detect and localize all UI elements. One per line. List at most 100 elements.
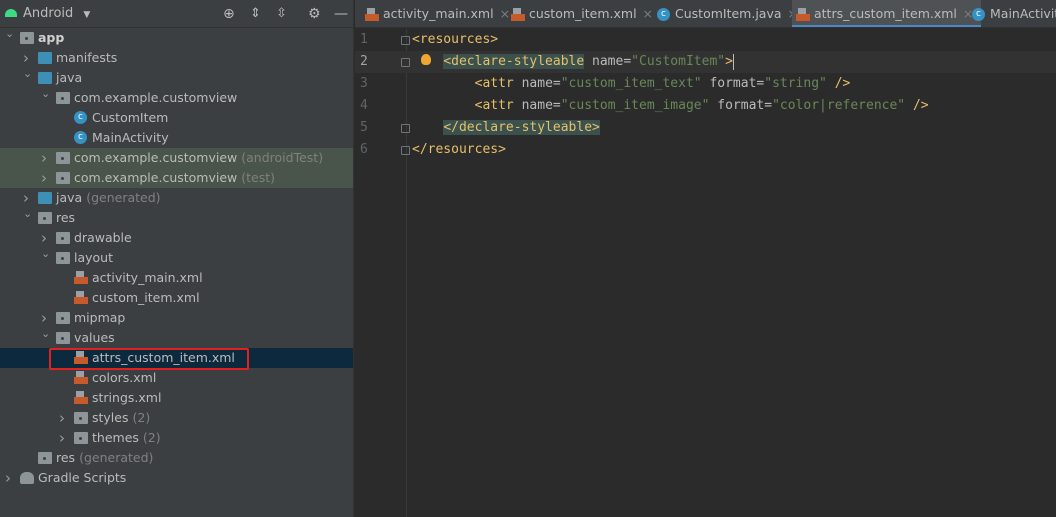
code-token: "color|reference" [772,98,906,113]
chevron-right-icon[interactable]: › [41,148,51,168]
tree-item-label: colors.xml [92,368,156,388]
tree-item[interactable]: custom_item.xml [0,288,353,308]
package-folder-icon [56,252,70,264]
tree-item[interactable]: ⌄ java [0,67,353,88]
tree-item-name: styles [92,410,129,425]
tree-item[interactable]: › themes (2) [0,428,353,448]
tree-item-label: custom_item.xml [92,288,200,308]
folder-icon [38,52,52,64]
tree-item[interactable]: › com.example.customview (androidTest) [0,148,353,168]
tree-item-name: res [56,210,76,225]
tree-item[interactable]: activity_main.xml [0,268,353,288]
code-editor[interactable]: 1 <resources> 2 <declare-styleable name="C… [355,29,1056,517]
tree-item-label: values [74,328,115,348]
tree-item[interactable]: c MainActivity [0,128,353,148]
tree-item[interactable]: ⌄ res [0,207,353,228]
tree-item-name: activity_main.xml [92,270,203,285]
tree-item-name: layout [74,250,114,265]
chevron-right-icon[interactable]: › [59,408,69,428]
code-line[interactable]: 5 </declare-styleable> [355,117,1056,139]
tree-item-label: drawable [74,228,132,248]
tree-item[interactable]: › mipmap [0,308,353,328]
tree-item[interactable]: › drawable [0,228,353,248]
tree-item-label: mipmap [74,308,125,328]
chevron-down-icon[interactable]: ⌄ [41,84,51,104]
tab-label: activity_main.xml [383,6,494,21]
locate-icon[interactable]: ⊕ [223,6,235,22]
tree-item-name: manifests [56,50,118,65]
tree-item[interactable]: colors.xml [0,368,353,388]
expand-all-icon[interactable]: ⇕ [250,6,261,21]
tree-item-label: manifests [56,48,117,68]
chevron-down-icon[interactable]: ⌄ [41,244,51,264]
code-line[interactable]: 1 <resources> [355,29,1056,51]
view-selector[interactable]: Android ▼ [23,6,90,23]
tab-attrs-custom-item-xml[interactable]: attrs_custom_item.xml × [792,0,982,27]
tree-item-label: app [38,28,64,48]
folder-icon [38,72,52,84]
tree-item[interactable]: › manifests [0,48,353,68]
code-line[interactable]: 3 <attr name="custom_item_text" format="… [355,73,1056,95]
tree-item-name: themes [92,430,139,445]
highlight-box [49,348,249,370]
minimize-icon[interactable]: — [334,6,348,22]
code-token: /> [826,76,851,91]
tree-item-secondary: (generated) [79,450,154,465]
chevron-down-icon[interactable]: ⌄ [5,24,15,44]
tab-activity-main-xml[interactable]: activity_main.xml × [361,0,518,27]
tree-item[interactable]: › styles (2) [0,408,353,428]
class-icon: c [972,8,985,21]
fold-close-icon[interactable] [401,146,410,155]
module-folder-icon [20,32,34,44]
code-line[interactable]: 4 <attr name="custom_item_image" format=… [355,95,1056,117]
package-folder-icon [56,152,70,164]
tree-item-label: CustomItem [92,108,168,128]
code-line[interactable]: 2 <declare-styleable name="CustomItem"> [355,51,1056,73]
class-icon: c [657,8,670,21]
fold-open-icon[interactable] [401,36,410,45]
collapse-all-icon[interactable]: ⇳ [276,6,287,21]
chevron-down-icon[interactable]: ⌄ [23,204,33,224]
class-icon: c [74,111,87,124]
code-line[interactable]: 6 </resources> [355,139,1056,161]
tree-item[interactable]: res (generated) [0,448,353,468]
fold-close-icon[interactable] [401,124,410,133]
tree-item-name: res [56,450,76,465]
tab-customitem-java[interactable]: cCustomItem.java× [653,0,806,27]
line-number: 2 [360,54,368,69]
tree-item-label: layout [74,248,113,268]
tree-item[interactable]: › java (generated) [0,188,353,208]
fold-open-icon[interactable] [401,58,410,67]
tree-item[interactable]: › Gradle Scripts [0,468,353,488]
tree-item[interactable]: c CustomItem [0,108,353,128]
editor-tabs: activity_main.xml × custom_item.xml × c Custo… [355,0,1056,28]
chevron-down-icon[interactable]: ⌄ [23,64,33,84]
chevron-down-icon[interactable]: ⌄ [41,324,51,344]
code-token: <attr [474,76,514,91]
tree-item[interactable]: ⌄ values [0,327,353,348]
gear-icon[interactable]: ⚙ [308,6,321,22]
text-caret [732,53,734,70]
chevron-right-icon[interactable]: › [41,168,51,188]
tree-item-label: Gradle Scripts [38,468,126,488]
line-number: 4 [360,98,368,113]
code-token: </declare-styleable> [443,120,600,135]
chevron-right-icon[interactable]: › [5,468,15,488]
tree-item-secondary: (2) [142,430,161,445]
tree-item[interactable]: › com.example.customview (test) [0,168,353,188]
tree-item[interactable]: ⌄ app [0,27,353,48]
tab-custom-item-xml[interactable]: custom_item.xml × [507,0,661,27]
tree-item-name: mipmap [74,310,126,325]
tree-item-label: com.example.customview (test) [74,168,275,188]
tree-item[interactable]: ⌄ layout [0,247,353,268]
tab-mainactivity[interactable]: c MainActivity [968,0,1056,27]
tree-item-label: res [56,208,75,228]
code-token: </resources> [412,142,506,157]
xml-file-icon [365,8,379,21]
chevron-right-icon[interactable]: › [59,428,69,448]
close-icon[interactable]: × [643,6,653,21]
tree-item[interactable]: strings.xml [0,388,353,408]
tree-item[interactable]: ⌄ com.example.customview [0,87,353,108]
tree-item-name: Gradle Scripts [38,470,127,485]
